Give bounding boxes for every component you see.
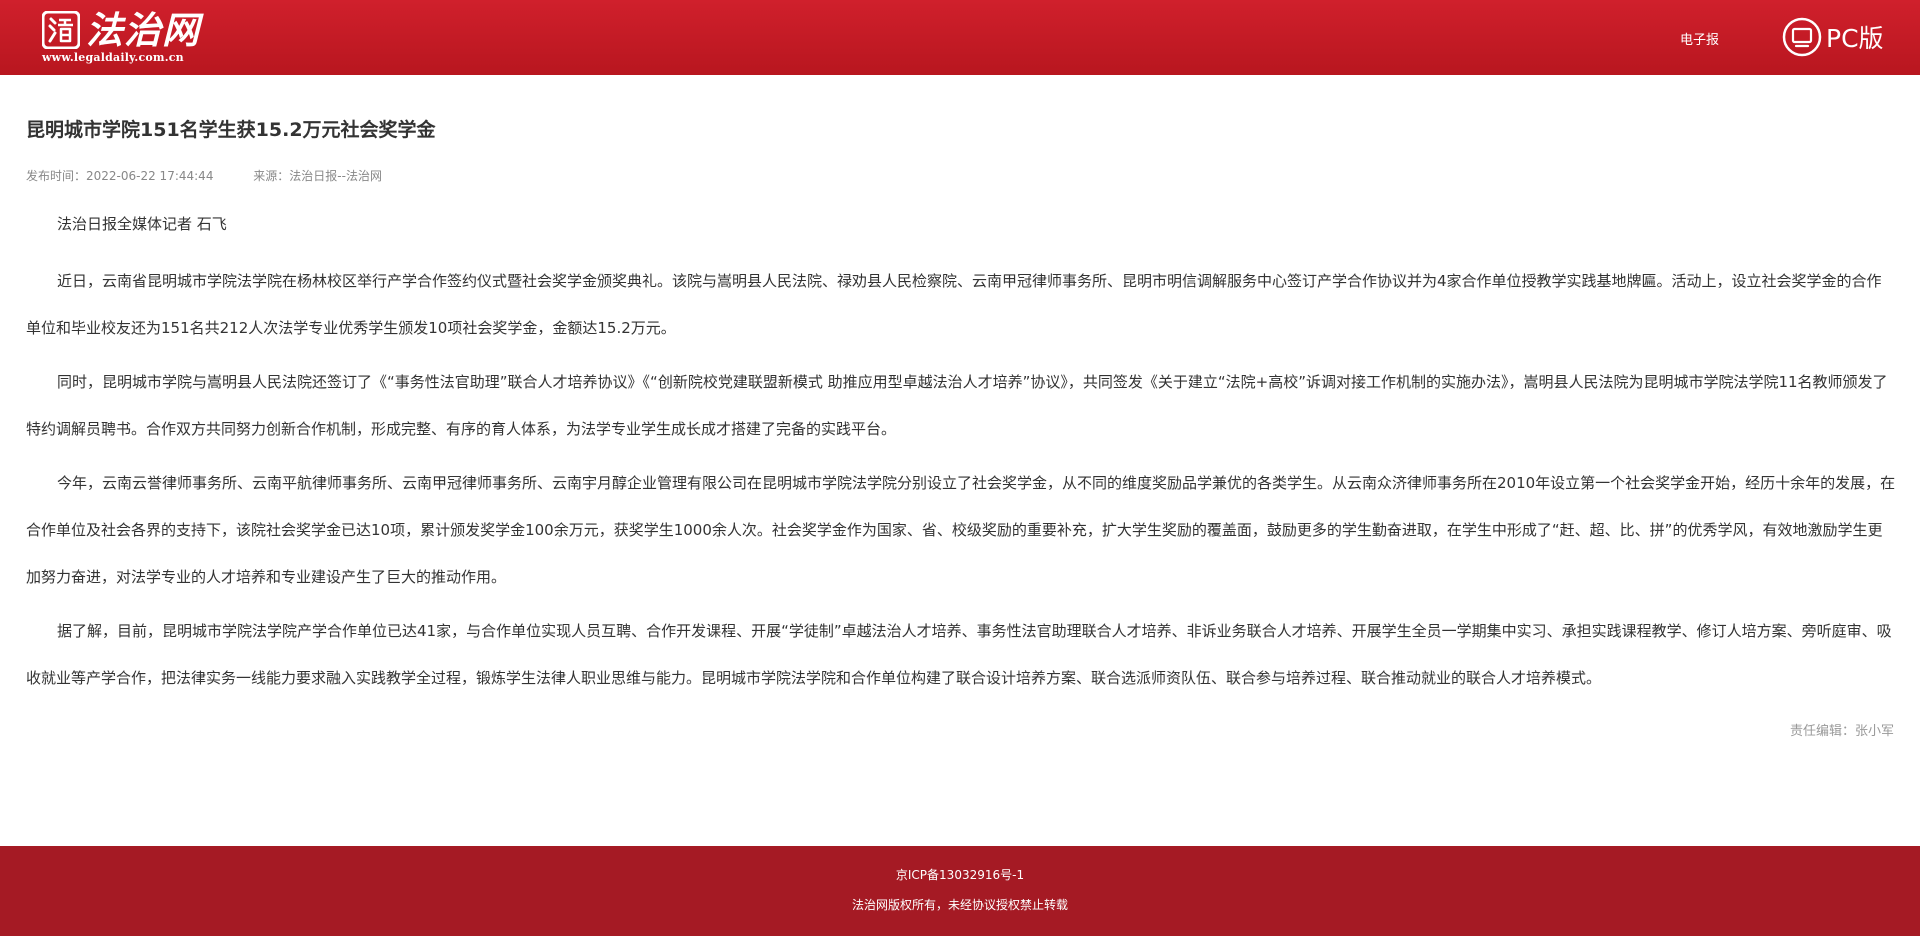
top-header: 法治网 www.legaldaily.com.cn 电子报 PC版 [0,0,1920,75]
logo-url: www.legaldaily.com.cn [42,51,184,64]
epaper-link[interactable]: 电子报 [1680,29,1719,48]
icp-license[interactable]: 京ICP备13032916号-1 [0,866,1920,883]
article-paragraph: 据了解，目前，昆明城市学院法学院产学合作单位已达41家，与合作单位实现人员互聘、… [26,622,1892,687]
article-source: 来源：法治日报--法治网 [253,169,382,183]
article-meta: 发布时间：2022-06-22 17:44:44 来源：法治日报--法治网 [26,168,382,184]
legaldaily-logo-icon [41,10,81,50]
site-footer: 京ICP备13032916号-1 法治网版权所有，未经协议授权禁止转载 [0,846,1920,936]
pc-version-link[interactable]: PC版 [1782,17,1884,57]
article-paragraph: 今年，云南云誉律师事务所、云南平航律师事务所、云南甲冠律师事务所、云南宇月醇企业… [26,474,1896,586]
article-paragraph: 近日，云南省昆明城市学院法学院在杨林校区举行产学合作签约仪式暨社会奖学金颁奖典礼… [26,272,1882,337]
pc-version-icon [1782,17,1822,57]
article-byline: 法治日报全媒体记者 石飞 [57,215,227,233]
logo-wordmark: 法治网 [86,8,200,52]
copyright-notice: 法治网版权所有，未经协议授权禁止转载 [851,898,1068,912]
article-title: 昆明城市学院151名学生获15.2万元社会奖学金 [26,119,436,141]
pc-version-label: PC版 [1826,24,1884,53]
article-paragraph: 同时，昆明城市学院与嵩明县人民法院还签订了《“事务性法官助理”联合人才培养协议》… [26,373,1888,438]
page: 法治网 www.legaldaily.com.cn 电子报 PC版 昆明城市学院… [0,0,1920,936]
publish-time: 发布时间：2022-06-22 17:44:44 [26,169,214,183]
article-body: 近日，云南省昆明城市学院法学院在杨林校区举行产学合作签约仪式暨社会奖学金颁奖典礼… [26,258,1896,709]
site-logo[interactable]: 法治网 www.legaldaily.com.cn [40,8,199,65]
responsible-editor: 责任编辑：张小军 [1789,724,1894,739]
